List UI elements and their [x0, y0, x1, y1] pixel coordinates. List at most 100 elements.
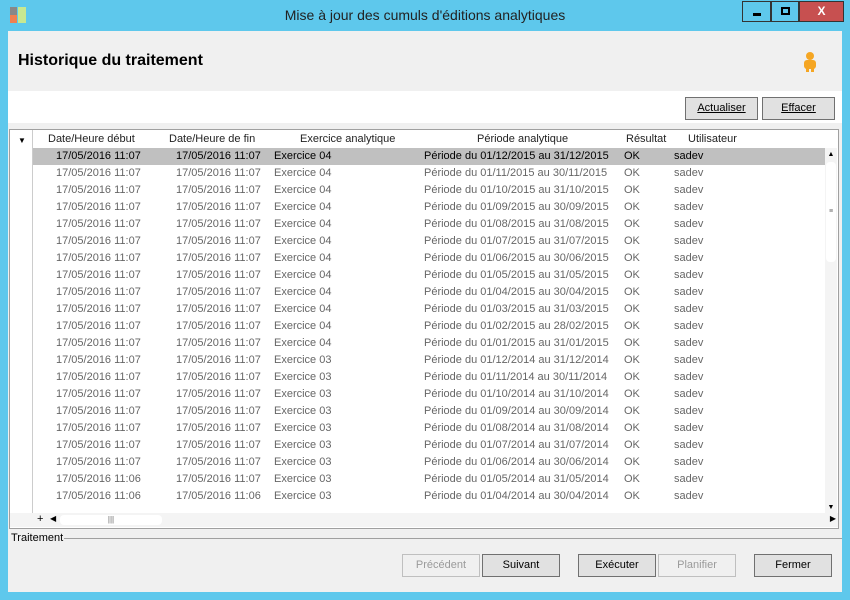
next-button[interactable]: Suivant — [482, 554, 560, 577]
table-row[interactable]: 17/05/2016 11:07 17/05/2016 11:07 Exercice… — [33, 420, 825, 437]
minimize-button[interactable] — [742, 1, 771, 22]
exercise-cell: Exercice 04 — [274, 167, 332, 179]
person-icon — [804, 52, 816, 72]
user-cell: sadev — [674, 473, 704, 485]
end-cell: 17/05/2016 11:07 — [176, 473, 261, 485]
refresh-button[interactable]: Actualiser — [685, 97, 758, 120]
horizontal-scrollbar[interactable]: + ◀ ||| ▶ — [10, 513, 838, 527]
vertical-scroll-thumb[interactable]: ≡ — [826, 162, 836, 262]
period-cell: Période du 01/11/2015 au 30/11/2015 — [424, 167, 608, 179]
result-cell: OK — [624, 473, 640, 485]
period-cell: Période du 01/11/2014 au 30/11/2014 — [424, 371, 608, 383]
close-button[interactable]: X — [799, 1, 844, 22]
user-cell: sadev — [674, 490, 704, 502]
user-cell: sadev — [674, 235, 704, 247]
start-cell: 17/05/2016 11:07 — [56, 218, 141, 230]
table-row[interactable]: 17/05/2016 11:06 17/05/2016 11:07 Exercice… — [33, 471, 825, 488]
exercise-cell: Exercice 03 — [274, 456, 332, 468]
table-row[interactable]: 17/05/2016 11:07 17/05/2016 11:07 Exercice… — [33, 284, 825, 301]
result-cell: OK — [624, 303, 640, 315]
result-cell: OK — [624, 337, 640, 349]
table-row[interactable]: 17/05/2016 11:07 17/05/2016 11:07 Exercice… — [33, 301, 825, 318]
result-cell: OK — [624, 218, 640, 230]
table-row[interactable]: 17/05/2016 11:07 17/05/2016 11:07 Exercice… — [33, 369, 825, 386]
user-cell: sadev — [674, 405, 704, 417]
table-row[interactable]: 17/05/2016 11:07 17/05/2016 11:07 Exercice… — [33, 199, 825, 216]
exercise-cell: Exercice 03 — [274, 354, 332, 366]
column-header-result[interactable]: Résultat — [626, 133, 666, 145]
exercise-cell: Exercice 03 — [274, 473, 332, 485]
period-cell: Période du 01/08/2014 au 31/08/2014 — [424, 422, 609, 434]
table-row[interactable]: 17/05/2016 11:07 17/05/2016 11:07 Exercice… — [33, 148, 825, 165]
start-cell: 17/05/2016 11:07 — [56, 439, 141, 451]
end-cell: 17/05/2016 11:07 — [176, 371, 261, 383]
exercise-cell: Exercice 04 — [274, 252, 332, 264]
column-chooser-icon[interactable]: ▼ — [18, 136, 26, 145]
table-row[interactable]: 17/05/2016 11:07 17/05/2016 11:07 Exercice… — [33, 437, 825, 454]
end-cell: 17/05/2016 11:07 — [176, 201, 261, 213]
end-cell: 17/05/2016 11:07 — [176, 337, 261, 349]
close-dialog-button[interactable]: Fermer — [754, 554, 832, 577]
table-row[interactable]: 17/05/2016 11:07 17/05/2016 11:07 Exercice… — [33, 267, 825, 284]
user-cell: sadev — [674, 303, 704, 315]
table-row[interactable]: 17/05/2016 11:07 17/05/2016 11:07 Exercice… — [33, 335, 825, 352]
table-row[interactable]: 17/05/2016 11:07 17/05/2016 11:07 Exercice… — [33, 182, 825, 199]
processing-group-label: Traitement — [11, 532, 64, 544]
user-cell: sadev — [674, 456, 704, 468]
end-cell: 17/05/2016 11:07 — [176, 235, 261, 247]
end-cell: 17/05/2016 11:07 — [176, 456, 261, 468]
result-cell: OK — [624, 167, 640, 179]
user-cell: sadev — [674, 354, 704, 366]
maximize-button[interactable] — [771, 1, 799, 22]
table-row[interactable]: 17/05/2016 11:07 17/05/2016 11:07 Exercice… — [33, 454, 825, 471]
user-cell: sadev — [674, 167, 704, 179]
previous-button[interactable]: Précédent — [402, 554, 480, 577]
user-cell: sadev — [674, 371, 704, 383]
start-cell: 17/05/2016 11:07 — [56, 252, 141, 264]
column-header-period[interactable]: Période analytique — [477, 133, 568, 145]
group-divider — [64, 538, 842, 539]
exercise-cell: Exercice 04 — [274, 201, 332, 213]
period-cell: Période du 01/04/2015 au 30/04/2015 — [424, 286, 609, 298]
page-title: Historique du traitement — [18, 52, 203, 69]
period-cell: Période du 01/07/2015 au 31/07/2015 — [424, 235, 609, 247]
period-cell: Période du 01/09/2014 au 30/09/2014 — [424, 405, 609, 417]
column-header-end[interactable]: Date/Heure de fin — [169, 133, 255, 145]
result-cell: OK — [624, 320, 640, 332]
exercise-cell: Exercice 04 — [274, 286, 332, 298]
column-header-user[interactable]: Utilisateur — [688, 133, 737, 145]
table-row[interactable]: 17/05/2016 11:07 17/05/2016 11:07 Exercice… — [33, 233, 825, 250]
table-row[interactable]: 17/05/2016 11:07 17/05/2016 11:07 Exercice… — [33, 165, 825, 182]
period-cell: Période du 01/07/2014 au 31/07/2014 — [424, 439, 609, 451]
period-cell: Période du 01/10/2015 au 31/10/2015 — [424, 184, 609, 196]
user-cell: sadev — [674, 218, 704, 230]
schedule-button[interactable]: Planifier — [658, 554, 736, 577]
clear-button[interactable]: Effacer — [762, 97, 835, 120]
table-row[interactable]: 17/05/2016 11:07 17/05/2016 11:07 Exercice… — [33, 216, 825, 233]
end-cell: 17/05/2016 11:07 — [176, 218, 261, 230]
execute-button[interactable]: Exécuter — [578, 554, 656, 577]
horizontal-scroll-thumb[interactable]: ||| — [60, 515, 162, 525]
table-row[interactable]: 17/05/2016 11:07 17/05/2016 11:07 Exercice… — [33, 403, 825, 420]
history-table: ▼ Date/Heure début Date/Heure de fin Exe… — [9, 129, 839, 529]
table-row[interactable]: 17/05/2016 11:07 17/05/2016 11:07 Exercice… — [33, 318, 825, 335]
result-cell: OK — [624, 252, 640, 264]
column-header-start[interactable]: Date/Heure début — [48, 133, 135, 145]
user-cell: sadev — [674, 388, 704, 400]
period-cell: Période du 01/05/2015 au 31/05/2015 — [424, 269, 609, 281]
end-cell: 17/05/2016 11:07 — [176, 252, 261, 264]
period-cell: Période du 01/06/2014 au 30/06/2014 — [424, 456, 609, 468]
column-header-exercise[interactable]: Exercice analytique — [300, 133, 395, 145]
title-bar: Mise à jour des cumuls d'éditions analyt… — [0, 0, 850, 31]
table-row[interactable]: 17/05/2016 11:06 17/05/2016 11:06 Exercice… — [33, 488, 825, 505]
table-row[interactable]: 17/05/2016 11:07 17/05/2016 11:07 Exercice… — [33, 250, 825, 267]
end-cell: 17/05/2016 11:07 — [176, 405, 261, 417]
vertical-scrollbar[interactable]: ▲ ≡ ▼ — [825, 148, 837, 513]
table-row[interactable]: 17/05/2016 11:07 17/05/2016 11:07 Exercice… — [33, 386, 825, 403]
result-cell: OK — [624, 201, 640, 213]
start-cell: 17/05/2016 11:07 — [56, 150, 141, 162]
table-row[interactable]: 17/05/2016 11:07 17/05/2016 11:07 Exercice… — [33, 352, 825, 369]
user-cell: sadev — [674, 269, 704, 281]
exercise-cell: Exercice 03 — [274, 422, 332, 434]
expand-button[interactable]: + — [37, 513, 43, 525]
